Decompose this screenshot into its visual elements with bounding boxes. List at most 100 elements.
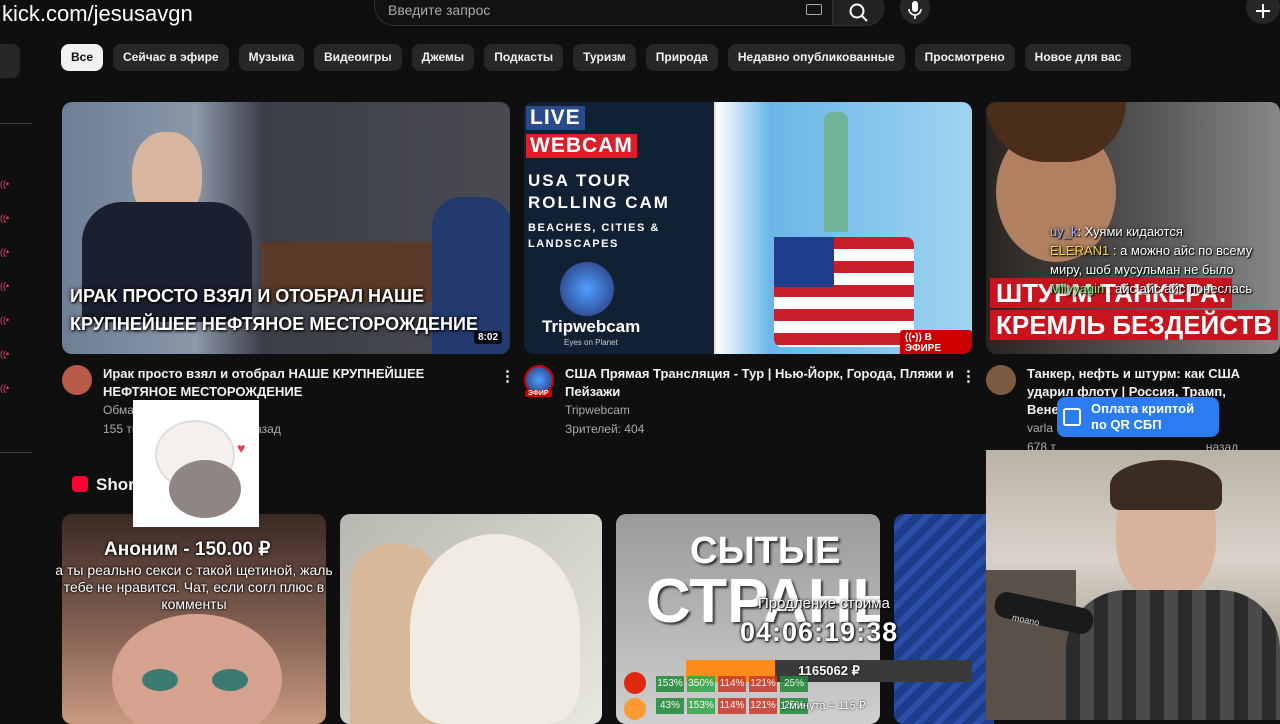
- address-bar-url[interactable]: kick.com/jesusavgn: [0, 0, 195, 28]
- heart-icon: ♥: [237, 440, 246, 456]
- duration-badge: 8:02: [473, 331, 502, 344]
- channel-name[interactable]: Tripwebcam: [565, 401, 957, 420]
- thumbnail-caption-line: КРУПНЕЙШЕЕ НЕФТЯНОЕ МЕСТОРОЖДЕНИЕ: [70, 314, 478, 334]
- sidebar-divider: [0, 452, 32, 453]
- chip-watched[interactable]: Просмотрено: [914, 44, 1015, 71]
- thumbnail-line: ROLLING CAM: [528, 193, 670, 212]
- chip-live[interactable]: Сейчас в эфире: [113, 44, 229, 71]
- thumbnail-line: USA TOUR: [528, 171, 632, 190]
- live-badge: ((•)) В ЭФИРЕ: [900, 330, 972, 354]
- thumbnail-webcam-text: WEBCAM: [526, 134, 637, 158]
- stream-chat: uy_k: Хуями кидаются ELERAN1 : а можно а…: [1050, 222, 1280, 298]
- crypto-banner-line: по QR СБП: [1091, 417, 1162, 432]
- more-options-icon[interactable]: ⋮: [500, 367, 515, 385]
- chat-message: Milyyagin : айс айс айс понеслась: [1050, 279, 1280, 298]
- chat-text: : айс айс айс понеслась: [1104, 281, 1253, 296]
- cat-shape: [410, 534, 580, 724]
- percent-cell: 153%: [687, 698, 715, 714]
- more-options-icon[interactable]: ⋮: [961, 367, 976, 385]
- chip-music[interactable]: Музыка: [238, 44, 305, 71]
- channel-avatar[interactable]: [986, 365, 1016, 395]
- flag-india-icon: [624, 698, 646, 720]
- thumbnail-subtitle: BEACHES, CITIES & LANDSCAPES: [528, 220, 660, 252]
- percent-row: 153% 350% 114% 121% 25%: [656, 676, 808, 692]
- mic-icon: [908, 1, 922, 19]
- country-flags: [624, 668, 650, 720]
- percent-cell: 25%: [780, 676, 808, 692]
- live-indicator-icon: ((•: [0, 213, 10, 223]
- search-button[interactable]: [832, 0, 884, 26]
- live-indicator-icon: ((•: [0, 315, 10, 325]
- video-title[interactable]: Ирак просто взял и отобрал НАШЕ КРУПНЕЙШ…: [103, 365, 493, 401]
- channel-avatar[interactable]: [62, 365, 92, 395]
- thumbnail-line: LANDSCAPES: [528, 238, 619, 250]
- eye-shape: [142, 669, 178, 691]
- chat-message: ELERAN1 : а можно айс по всему миру, шоб…: [1050, 241, 1280, 279]
- live-indicator-icon: ((•: [0, 179, 10, 189]
- chip-videogames[interactable]: Видеоигры: [314, 44, 402, 71]
- chat-username: Milyyagin: [1050, 281, 1105, 296]
- chat-username: uy_k: [1050, 224, 1078, 239]
- search-icon: [849, 3, 868, 22]
- chip-new-for-you[interactable]: Новое для вас: [1024, 44, 1132, 71]
- chat-text: : Хуями кидаются: [1077, 224, 1183, 239]
- chip-podcasts[interactable]: Подкасты: [484, 44, 564, 71]
- chat-username: ELERAN1: [1050, 243, 1110, 258]
- sidebar-selected-item[interactable]: [0, 44, 20, 78]
- donation-message: а ты реально секси с такой щетиной, жаль…: [55, 562, 333, 612]
- percent-cell: 153%: [656, 676, 684, 692]
- stream-extension-label: Продление стрима: [758, 595, 890, 612]
- video-thumbnail[interactable]: LIVE WEBCAM USA TOUR ROLLING CAM BEACHES…: [524, 102, 972, 354]
- stream-extension-timer: 04:06:19:38: [740, 617, 899, 647]
- shorts-icon: [72, 476, 88, 492]
- thumbnail-live-text: LIVE: [526, 106, 585, 130]
- sidebar-divider: [0, 123, 32, 124]
- streamer-hair: [1110, 460, 1222, 510]
- percent-cell: 43%: [656, 698, 684, 714]
- thumbnail-caption: ИРАК ПРОСТО ВЗЯЛ И ОТОБРАЛ НАШЕ КРУПНЕЙШ…: [70, 282, 478, 338]
- donation-sticker: ♥: [133, 400, 259, 527]
- thumbnail-brand: Tripwebcam: [542, 317, 641, 336]
- chip-recently-uploaded[interactable]: Недавно опубликованные: [727, 44, 905, 71]
- keyboard-icon[interactable]: [806, 4, 822, 15]
- filter-chip-bar: Все Сейчас в эфире Музыка Видеоигры Джем…: [61, 44, 1132, 71]
- streamer-webcam: moano: [986, 450, 1280, 720]
- search-placeholder: Введите запрос: [388, 2, 491, 18]
- chip-nature[interactable]: Природа: [645, 44, 718, 71]
- live-indicator-icon: ((•: [0, 247, 10, 257]
- crypto-payment-banner: Оплата криптой по QR СБП: [1057, 397, 1219, 437]
- percent-cell: 121%: [749, 698, 777, 714]
- thumbnail-line: BEACHES, CITIES &: [528, 222, 660, 234]
- percent-cell: 121%: [749, 676, 777, 692]
- chat-message: uy_k: Хуями кидаются: [1050, 222, 1280, 241]
- video-title[interactable]: США Прямая Трансляция - Тур | Нью-Йорк, …: [565, 365, 957, 401]
- flag-china-icon: [624, 672, 646, 694]
- donation-rate: 1 минута = 115 ₽: [780, 700, 866, 712]
- create-button[interactable]: [1246, 0, 1280, 24]
- short-card[interactable]: [340, 514, 602, 724]
- live-indicator-icon: ((•: [0, 349, 10, 359]
- voice-search-button[interactable]: [900, 0, 930, 24]
- viewer-count: Зрителей: 404: [565, 422, 645, 436]
- globe-icon: [560, 262, 614, 316]
- chair-shape: [986, 570, 1076, 720]
- thumbnail-brand-sub: Eyes on Planet: [564, 338, 618, 347]
- chip-all[interactable]: Все: [61, 44, 104, 71]
- crypto-banner-line: Оплата криптой: [1091, 401, 1195, 416]
- percent-cell: 350%: [687, 676, 715, 692]
- live-indicator-icon: ((•: [0, 383, 10, 393]
- qr-code-icon: [1063, 408, 1081, 426]
- live-icon: ((•)): [905, 332, 925, 343]
- percent-cell: 114%: [718, 676, 746, 692]
- chip-tourism[interactable]: Туризм: [573, 44, 636, 71]
- live-avatar-badge: ЭФИР: [525, 390, 552, 397]
- chip-jams[interactable]: Джемы: [411, 44, 475, 71]
- short-card[interactable]: [894, 514, 994, 724]
- video-thumbnail[interactable]: ИРАК ПРОСТО ВЗЯЛ И ОТОБРАЛ НАШЕ КРУПНЕЙШ…: [62, 102, 510, 354]
- video-meta: США Прямая Трансляция - Тур | Нью-Йорк, …: [565, 365, 957, 439]
- shorts-label: Shor: [96, 475, 135, 494]
- person-face: [112, 614, 282, 724]
- eye-shape: [212, 669, 248, 691]
- live-indicator-icon: ((•: [0, 281, 10, 291]
- thumbnail-title: USA TOUR ROLLING CAM: [528, 170, 670, 214]
